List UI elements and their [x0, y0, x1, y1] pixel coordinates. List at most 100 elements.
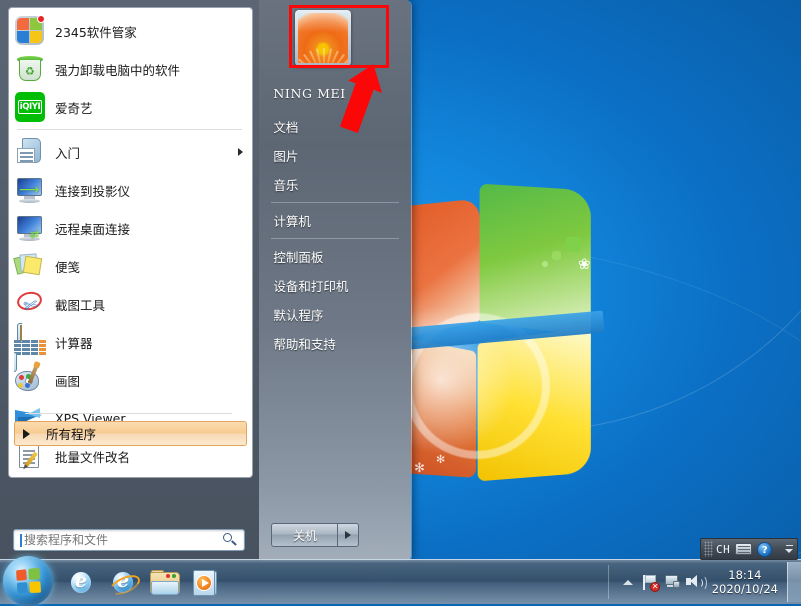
right-item-label: 设备和打印机 [273, 279, 349, 294]
getting-started-icon [14, 136, 46, 168]
network-icon [663, 574, 681, 590]
menu-separator [271, 238, 399, 239]
right-item-devices-printers[interactable]: 设备和打印机 [259, 271, 411, 300]
shutdown-button[interactable]: 关机 [271, 523, 338, 547]
menu-separator [25, 413, 233, 414]
chevron-down-icon[interactable] [785, 549, 793, 554]
butterfly-icon: ❀ [578, 255, 591, 273]
calculator-icon [14, 323, 46, 372]
tray-divider [607, 565, 609, 599]
program-label: 画图 [55, 373, 81, 389]
search-icon[interactable] [221, 532, 239, 548]
right-item-label: 计算机 [273, 214, 311, 229]
menu-separator [271, 202, 399, 203]
program-label: 强力卸载电脑中的软件 [55, 62, 181, 78]
chevron-up-icon [622, 579, 633, 585]
right-item-label: 控制面板 [273, 250, 324, 265]
program-label: 连接到投影仪 [55, 183, 131, 199]
program-label: 便笺 [55, 259, 81, 275]
network-button[interactable] [661, 571, 683, 593]
submenu-arrow-icon [238, 148, 244, 156]
program-item-remote-desktop[interactable]: ⇄ 远程桌面连接 [9, 209, 252, 247]
program-list[interactable]: 2345软件管家 ♻ 强力卸载电脑中的软件 iQIYI 爱奇艺 入门 ⟶ 连接到… [8, 7, 254, 478]
folder-icon [150, 570, 180, 596]
program-item-connect-projector[interactable]: ⟶ 连接到投影仪 [9, 171, 252, 209]
right-item-label: 帮助和支持 [273, 337, 336, 352]
paint-icon [14, 364, 46, 396]
help-question-icon[interactable]: ? [757, 541, 773, 557]
program-label: 入门 [55, 145, 81, 161]
start-menu-left-pane: 2345软件管家 ♻ 强力卸载电脑中的软件 iQIYI 爱奇艺 入门 ⟶ 连接到… [0, 0, 260, 561]
right-item-pictures[interactable]: 图片 [259, 141, 411, 170]
snipping-tool-icon: ✄ [14, 288, 46, 320]
program-item-sticky-notes[interactable]: 便笺 [9, 247, 252, 285]
program-item-getting-started[interactable]: 入门 [9, 133, 252, 171]
remote-desktop-icon: ⇄ [14, 212, 46, 244]
all-programs-button[interactable]: 所有程序 [14, 421, 248, 446]
program-label: 批量文件改名 [55, 449, 131, 465]
internet-explorer-icon: e [67, 569, 95, 597]
all-programs-label: 所有程序 [46, 427, 97, 442]
taskbar-button-windows-media-player[interactable] [186, 564, 228, 602]
right-item-label: 图片 [273, 149, 299, 164]
right-pane-items[interactable]: 文档 图片 音乐 计算机 控制面板 设备和打印机 默认程序 帮助和支持 [259, 112, 411, 358]
program-item-iqiyi[interactable]: iQIYI 爱奇艺 [9, 88, 252, 126]
shutdown-options-button[interactable] [337, 523, 360, 547]
right-item-control-panel[interactable]: 控制面板 [259, 242, 411, 271]
flag-alert-icon: ✕ [641, 574, 661, 592]
program-label: 远程桌面连接 [55, 221, 131, 237]
right-item-label: 默认程序 [273, 308, 324, 323]
volume-icon [685, 574, 707, 591]
program-item-snipping-tool[interactable]: ✄ 截图工具 [9, 285, 252, 323]
show-hidden-icons-button[interactable] [617, 571, 639, 593]
program-item-2345[interactable]: 2345软件管家 [9, 12, 252, 50]
menu-separator [17, 129, 243, 130]
2345-software-manager-icon [14, 15, 46, 47]
volume-button[interactable] [683, 571, 707, 593]
minimize-icon[interactable] [785, 544, 793, 547]
program-label: 爱奇艺 [55, 100, 93, 116]
action-center-button[interactable]: ✕ [639, 571, 661, 593]
keyboard-icon[interactable] [735, 543, 753, 555]
taskbar-button-internet-explorer-light[interactable]: e [60, 564, 102, 602]
right-item-label: 文档 [273, 120, 299, 135]
connect-to-projector-icon: ⟶ [14, 174, 46, 206]
recycle-bin-uninstall-icon: ♻ [14, 53, 46, 85]
right-item-help-support[interactable]: 帮助和支持 [259, 329, 411, 358]
iqiyi-icon: iQIYI [14, 91, 46, 123]
windows-flag-icon [16, 567, 42, 594]
shutdown-row[interactable]: 关机 [271, 523, 360, 547]
windows-start-orb[interactable] [3, 556, 53, 606]
annotation-arrow [339, 64, 383, 134]
program-label: 计算器 [55, 335, 93, 351]
clock-time: 18:14 [728, 568, 762, 582]
program-item-paint[interactable]: 画图 [9, 361, 252, 399]
ime-language-label[interactable]: CH [716, 543, 730, 556]
shutdown-label: 关机 [292, 528, 317, 543]
clock[interactable]: 18:14 2020/10/24 [712, 568, 778, 596]
program-label: 2345软件管家 [55, 24, 137, 40]
right-item-label: 音乐 [273, 178, 299, 193]
ime-controls[interactable] [785, 544, 793, 554]
drag-handle-icon[interactable] [704, 541, 713, 557]
media-player-icon [193, 570, 221, 596]
program-item-uninstall[interactable]: ♻ 强力卸载电脑中的软件 [9, 50, 252, 88]
search-input[interactable] [22, 533, 221, 547]
ime-language-bar[interactable]: CH ? [700, 538, 798, 560]
right-item-music[interactable]: 音乐 [259, 170, 411, 199]
right-triangle-icon [23, 428, 30, 439]
taskbar-button-internet-explorer[interactable]: e [102, 564, 144, 602]
program-label: 截图工具 [55, 297, 106, 313]
internet-explorer-icon: e [107, 569, 143, 599]
search-box[interactable] [13, 529, 245, 551]
system-tray[interactable]: ✕ 18:14 2020/10/24 [607, 560, 801, 604]
show-desktop-button[interactable] [787, 562, 801, 602]
taskbar[interactable]: e e ✕ 18:14 2020/10/24 [0, 556, 801, 606]
chevron-right-icon [345, 531, 352, 539]
program-item-calculator[interactable]: 计算器 [9, 323, 252, 372]
taskbar-button-windows-explorer[interactable] [144, 564, 186, 602]
sticky-notes-icon [13, 250, 46, 282]
clock-date: 2020/10/24 [711, 582, 778, 596]
right-item-computer[interactable]: 计算机 [259, 206, 411, 235]
right-item-default-programs[interactable]: 默认程序 [259, 300, 411, 329]
